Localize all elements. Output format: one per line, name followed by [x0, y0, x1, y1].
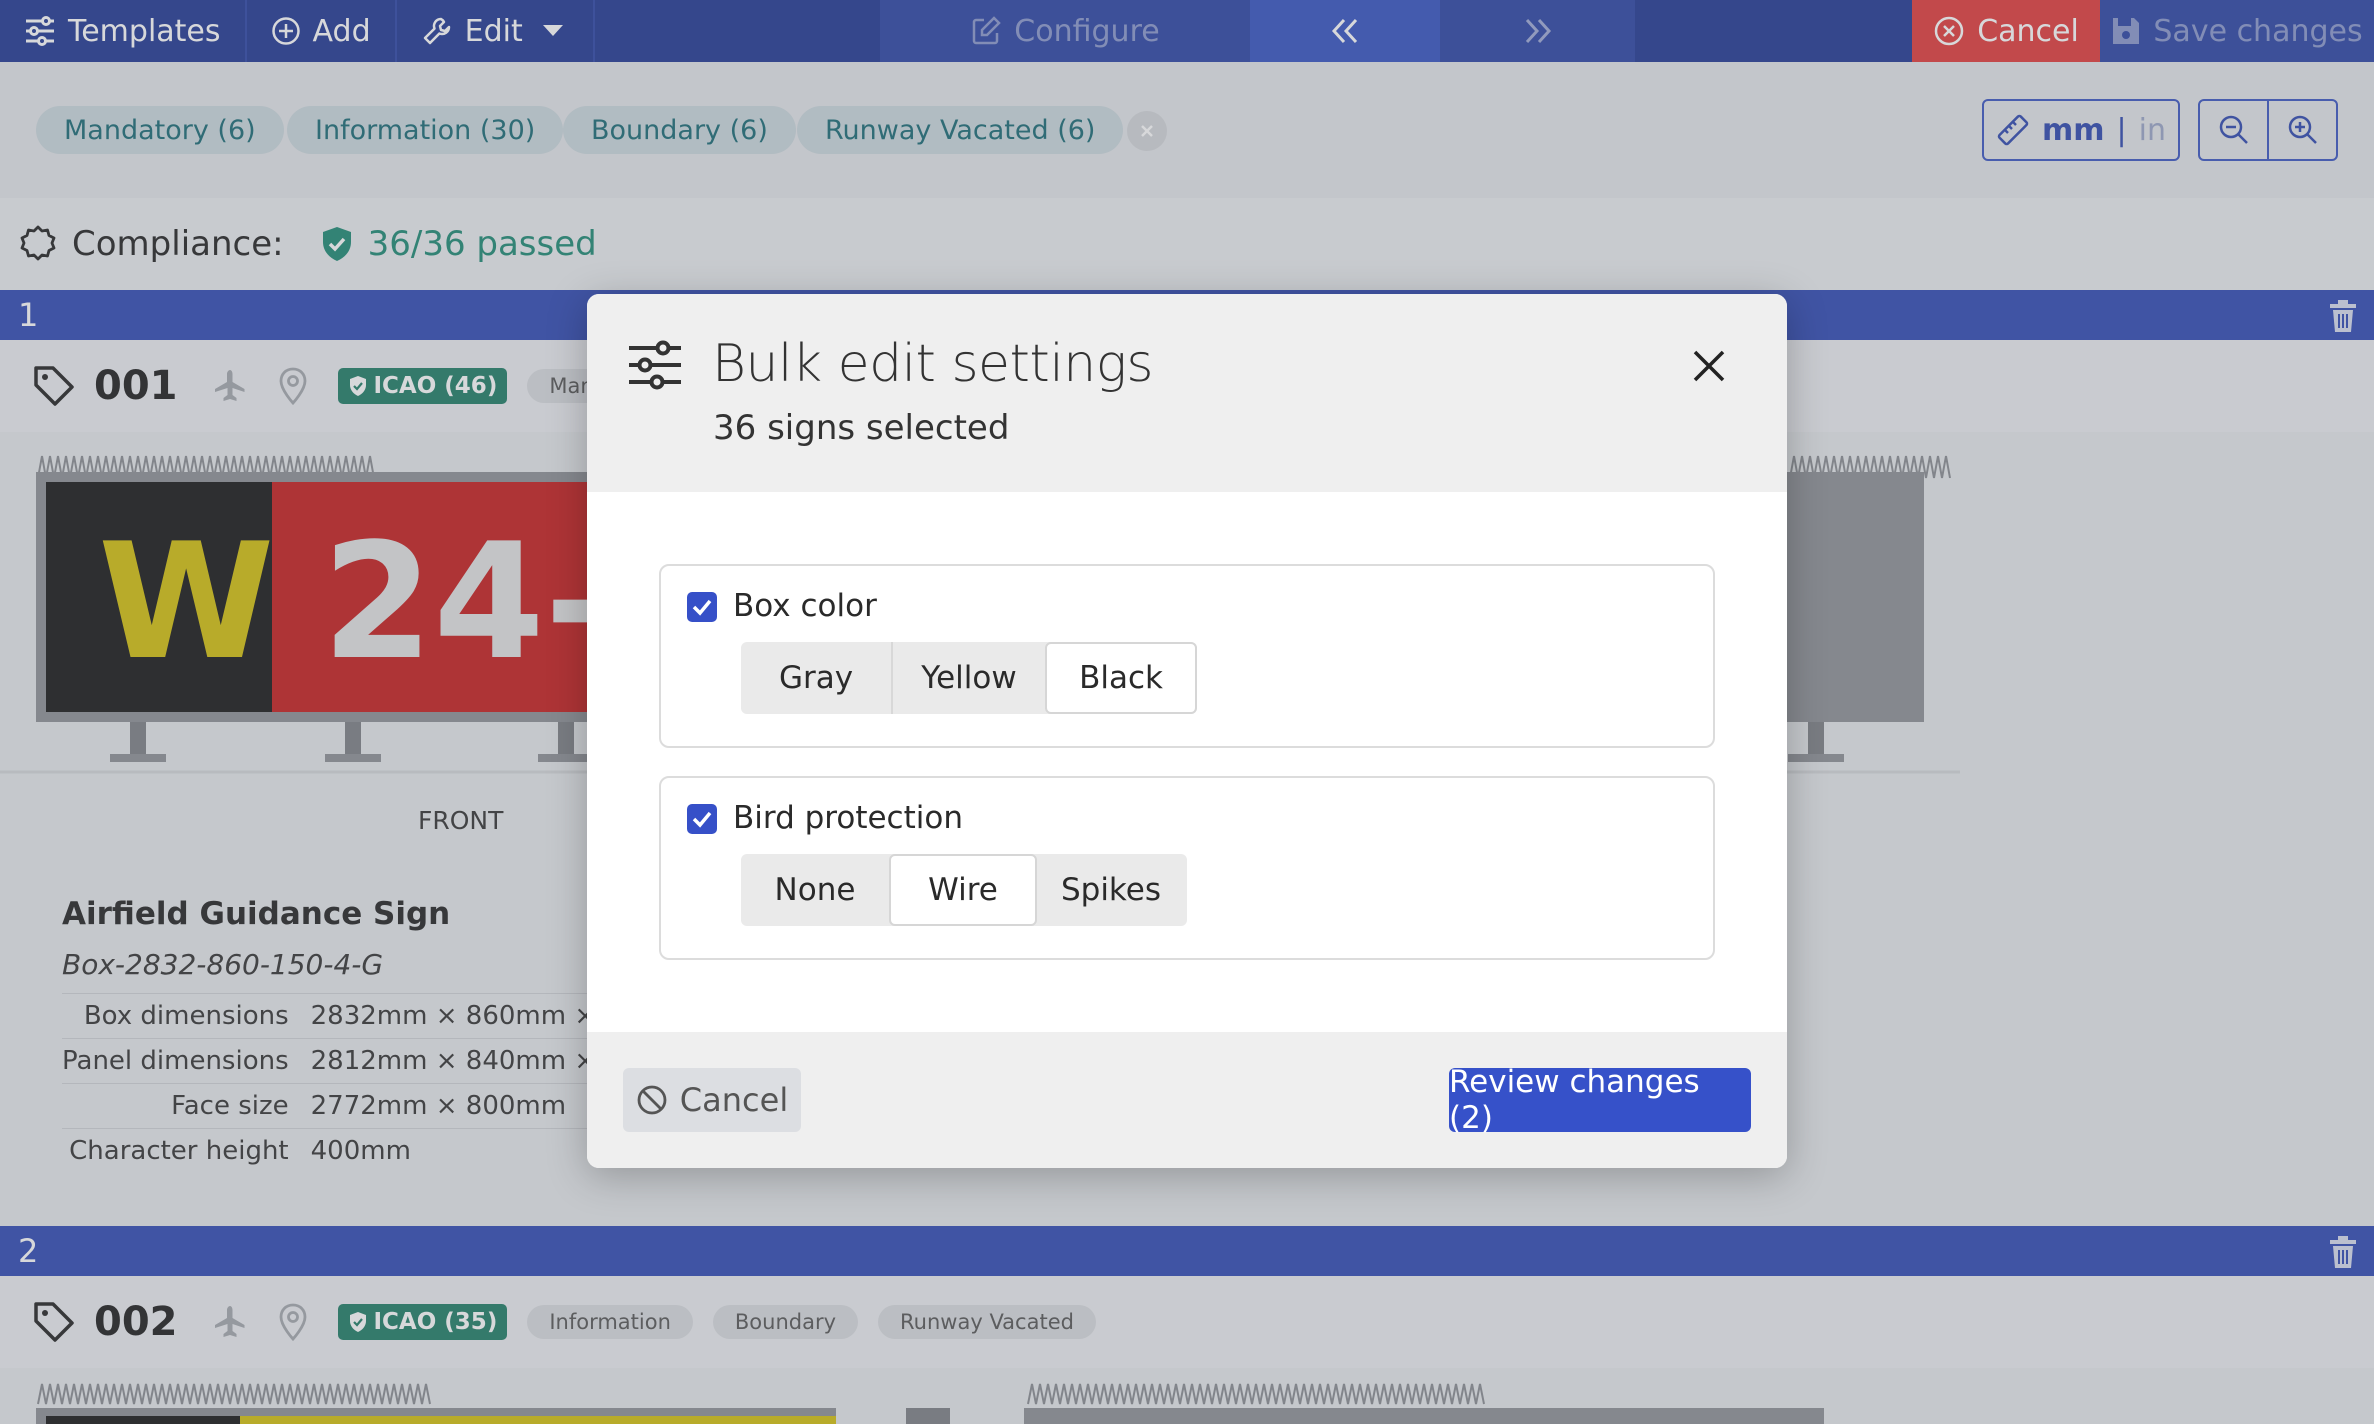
option-none[interactable]: None: [741, 854, 889, 926]
option-spikes[interactable]: Spikes: [1037, 854, 1185, 926]
bird-protection-label: Bird protection: [733, 800, 963, 836]
modal-footer: Cancel Review changes (2): [587, 1032, 1787, 1168]
modal-cancel-label: Cancel: [679, 1081, 789, 1119]
close-icon[interactable]: [1689, 346, 1729, 386]
ban-icon: [636, 1084, 668, 1116]
option-wire[interactable]: Wire: [889, 854, 1037, 926]
modal-subtitle: 36 signs selected: [713, 408, 1010, 448]
setting-bird-protection: Bird protection None Wire Spikes: [659, 776, 1715, 960]
bird-protection-options: None Wire Spikes: [741, 854, 1187, 926]
option-yellow[interactable]: Yellow: [893, 642, 1045, 714]
sliders-icon: [627, 340, 683, 390]
bird-protection-checkbox[interactable]: [687, 804, 717, 834]
modal-header: Bulk edit settings 36 signs selected: [587, 294, 1787, 492]
modal-body: Box color Gray Yellow Black Bird protect…: [587, 492, 1787, 1032]
setting-box-color: Box color Gray Yellow Black: [659, 564, 1715, 748]
review-changes-button[interactable]: Review changes (2): [1449, 1064, 1751, 1136]
modal-title: Bulk edit settings: [712, 334, 1154, 394]
bulk-edit-modal: Bulk edit settings 36 signs selected Box…: [587, 294, 1787, 1168]
option-black[interactable]: Black: [1045, 642, 1197, 714]
option-gray[interactable]: Gray: [741, 642, 893, 714]
modal-cancel-button[interactable]: Cancel: [623, 1068, 801, 1132]
review-changes-label: Review changes (2): [1449, 1064, 1700, 1136]
box-color-checkbox[interactable]: [687, 592, 717, 622]
box-color-options: Gray Yellow Black: [741, 642, 1197, 714]
box-color-label: Box color: [733, 588, 877, 624]
